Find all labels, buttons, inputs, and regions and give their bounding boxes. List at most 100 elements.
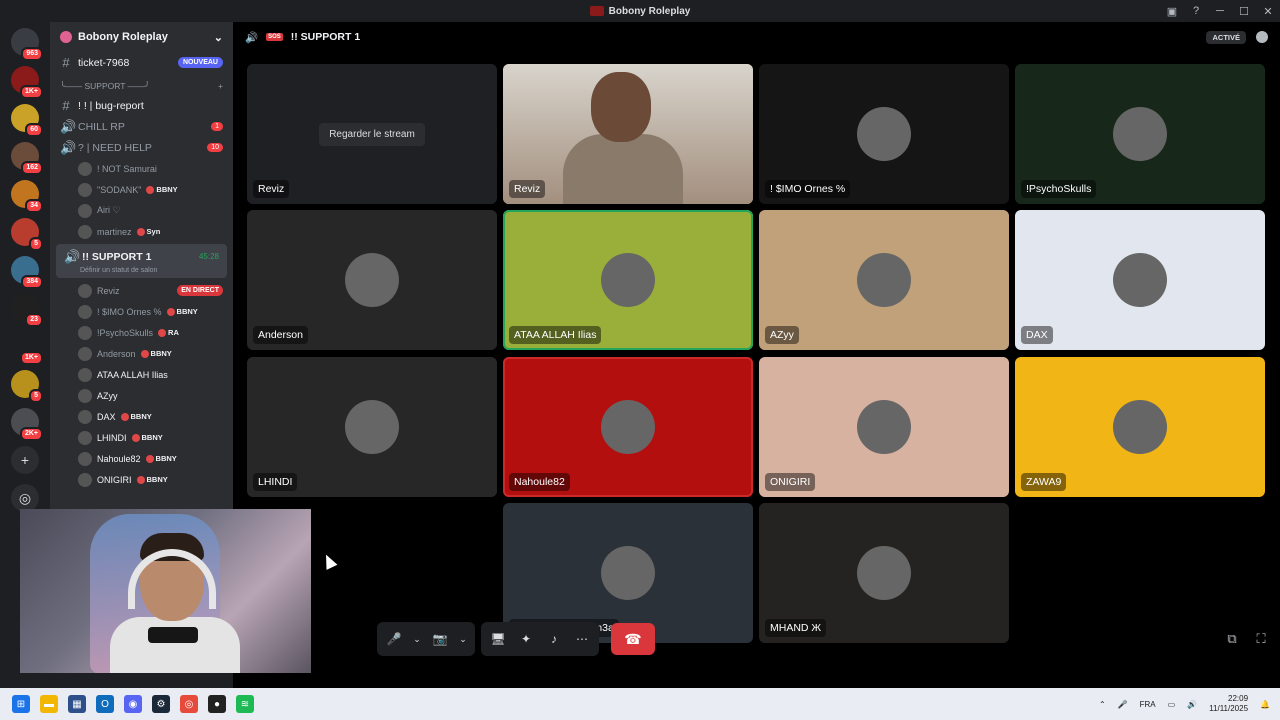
server-icon[interactable]: 162 (11, 142, 43, 175)
voice-user-name: Anderson (97, 348, 136, 359)
steam-icon[interactable]: ⚙ (152, 695, 170, 713)
voice-user[interactable]: ATAA ALLAH Ilias (50, 364, 233, 385)
close-button[interactable]: ✕ (1256, 0, 1280, 22)
user-tag-label: BBNY (141, 433, 163, 442)
server-icon[interactable]: 1K+ (11, 332, 43, 365)
fullscreen-icon[interactable]: ⛶ (1252, 630, 1270, 648)
notification-icon[interactable]: 🔔 (1260, 700, 1270, 709)
channel-sidebar: Bobony Roleplay ⌄ # ticket-7968 NOUVEAU … (50, 22, 233, 510)
camera-off-icon[interactable]: 📷 (429, 628, 451, 650)
video-tile[interactable]: LHINDI (247, 357, 497, 497)
hash-icon: # (62, 55, 70, 70)
video-tile[interactable]: ONIGIRI (759, 357, 1009, 497)
discord-icon[interactable]: ◉ (124, 695, 142, 713)
more-options-icon[interactable]: ⋯ (571, 628, 593, 650)
channel-support-1[interactable]: 🔊 !! SUPPORT 1 45:28 Définir un statut d… (56, 244, 227, 278)
activities-icon[interactable]: ✦ (515, 628, 537, 650)
voice-user[interactable]: Airi ♡ (50, 200, 233, 221)
server-icon[interactable]: 2K+ (11, 408, 43, 441)
minimize-button[interactable]: ─ (1208, 0, 1232, 22)
voice-user[interactable]: ONIGIRI BBNY (50, 469, 233, 490)
av-controls: 🎤 ⌄ 📷 ⌄ (377, 622, 475, 656)
video-tile[interactable]: Nahoule82 (503, 357, 753, 497)
channel-need-help[interactable]: 🔊 ? | NEED HELP 10 (50, 137, 233, 158)
add-channel-icon[interactable]: + (218, 81, 223, 91)
participant-name: LHINDI (253, 473, 298, 491)
new-badge: NOUVEAU (177, 57, 223, 68)
soundboard-icon[interactable]: ♪ (543, 628, 565, 650)
server-icon[interactable]: 963 (11, 28, 43, 61)
server-icon[interactable]: 1K+ (11, 66, 43, 99)
voice-user[interactable]: ! $IMO Ornes % BBNY (50, 301, 233, 322)
avatar (78, 283, 92, 298)
microphone-tray-icon[interactable]: 🎤 (1118, 700, 1128, 709)
server-icon[interactable]: 60 (11, 104, 43, 137)
video-tile[interactable]: DAX (1015, 210, 1265, 350)
server-icon[interactable]: 5 (11, 218, 43, 251)
volume-icon[interactable]: 🔊 (1187, 700, 1197, 709)
chevron-down-icon[interactable]: ⌄ (411, 628, 423, 650)
video-tile[interactable]: ATAA ALLAH Ilias (503, 210, 753, 350)
network-icon[interactable]: ▭ (1168, 700, 1176, 709)
obs-icon[interactable]: ● (208, 695, 226, 713)
help-icon[interactable]: ? (1184, 0, 1208, 22)
video-tile[interactable]: Anderson (247, 210, 497, 350)
server-icon[interactable]: 34 (11, 180, 43, 213)
file-explorer-icon[interactable]: ▬ (40, 695, 58, 713)
inbox-icon[interactable]: ▣ (1160, 0, 1184, 22)
outlook-icon[interactable]: O (96, 695, 114, 713)
channel-status[interactable]: Définir un statut de salon (60, 267, 223, 274)
server-badge: 34 (25, 199, 43, 213)
voice-user[interactable]: Nahoule82 BBNY (50, 448, 233, 469)
chat-icon[interactable] (1256, 31, 1268, 43)
popout-icon[interactable]: ⧉ (1223, 630, 1241, 648)
watch-stream-button[interactable]: Regarder le stream (319, 122, 425, 146)
system-tray: ⌃ 🎤 FRA ▭ 🔊 22:09 11/11/2025 🔔 (1099, 688, 1270, 720)
voice-user[interactable]: ! NOT Samurai (50, 158, 233, 179)
voice-user[interactable]: DAX BBNY (50, 406, 233, 427)
clock[interactable]: 22:09 11/11/2025 (1209, 694, 1248, 714)
video-tile[interactable]: AZyy (759, 210, 1009, 350)
voice-user[interactable]: !PsychoSkulls RA (50, 322, 233, 343)
category-support[interactable]: ╰—— SUPPORT ——╯ + (50, 77, 233, 95)
video-tile[interactable]: Regarder le stream Reviz (247, 64, 497, 204)
spotify-icon[interactable]: ≋ (236, 695, 254, 713)
voice-user[interactable]: "SODANK" BBNY (50, 179, 233, 200)
voice-user-name: Airi ♡ (97, 205, 121, 215)
voice-user[interactable]: martinez Syn (50, 221, 233, 242)
chrome-icon[interactable]: ◎ (180, 695, 198, 713)
voice-user[interactable]: Anderson BBNY (50, 343, 233, 364)
chevron-down-icon[interactable]: ⌄ (457, 628, 469, 650)
video-tile[interactable]: ! $IMO Ornes % (759, 64, 1009, 204)
channel-ticket[interactable]: # ticket-7968 NOUVEAU (50, 52, 233, 73)
server-icon[interactable]: 23 (11, 294, 43, 327)
voice-user[interactable]: AZyy (50, 385, 233, 406)
voice-user[interactable]: Reviz EN DIRECT (50, 280, 233, 301)
channel-chill-rp[interactable]: 🔊 CHILL RP 1 (50, 116, 233, 137)
guild-header[interactable]: Bobony Roleplay ⌄ (50, 22, 233, 52)
chevron-up-icon[interactable]: ⌃ (1099, 700, 1106, 709)
add-server-icon[interactable]: + (11, 446, 39, 474)
server-icon[interactable]: 384 (11, 256, 43, 289)
video-tile[interactable]: Reviz (503, 64, 753, 204)
user-tag-label: RA (168, 328, 179, 337)
server-icon[interactable]: 5 (11, 370, 43, 403)
hang-up-button[interactable]: ☎ (611, 623, 655, 655)
channel-bug-report[interactable]: # ! ! | bug-report (50, 95, 233, 116)
channel-chill-label: CHILL RP (78, 120, 125, 133)
video-tile[interactable]: ZAWA9 (1015, 357, 1265, 497)
video-tile[interactable]: MHAND Ж (759, 503, 1009, 643)
microphone-icon[interactable]: 🎤 (383, 628, 405, 650)
activity-badge[interactable]: ACTIVÉ (1206, 30, 1246, 44)
maximize-button[interactable]: ☐ (1232, 0, 1256, 22)
voice-user[interactable]: LHINDI BBNY (50, 427, 233, 448)
screen-share-icon[interactable]: 🖥 (487, 628, 509, 650)
channel-ticket-label: ticket-7968 (78, 56, 130, 69)
video-tile[interactable]: !PsychoSkulls (1015, 64, 1265, 204)
explore-icon[interactable]: ◎ (11, 484, 39, 512)
language-indicator[interactable]: FRA (1140, 700, 1156, 709)
store-icon[interactable]: ▦ (68, 695, 86, 713)
start-icon[interactable]: ⊞ (12, 695, 30, 713)
avatar (1113, 253, 1167, 307)
speaker-icon: 🔊 (64, 248, 81, 264)
